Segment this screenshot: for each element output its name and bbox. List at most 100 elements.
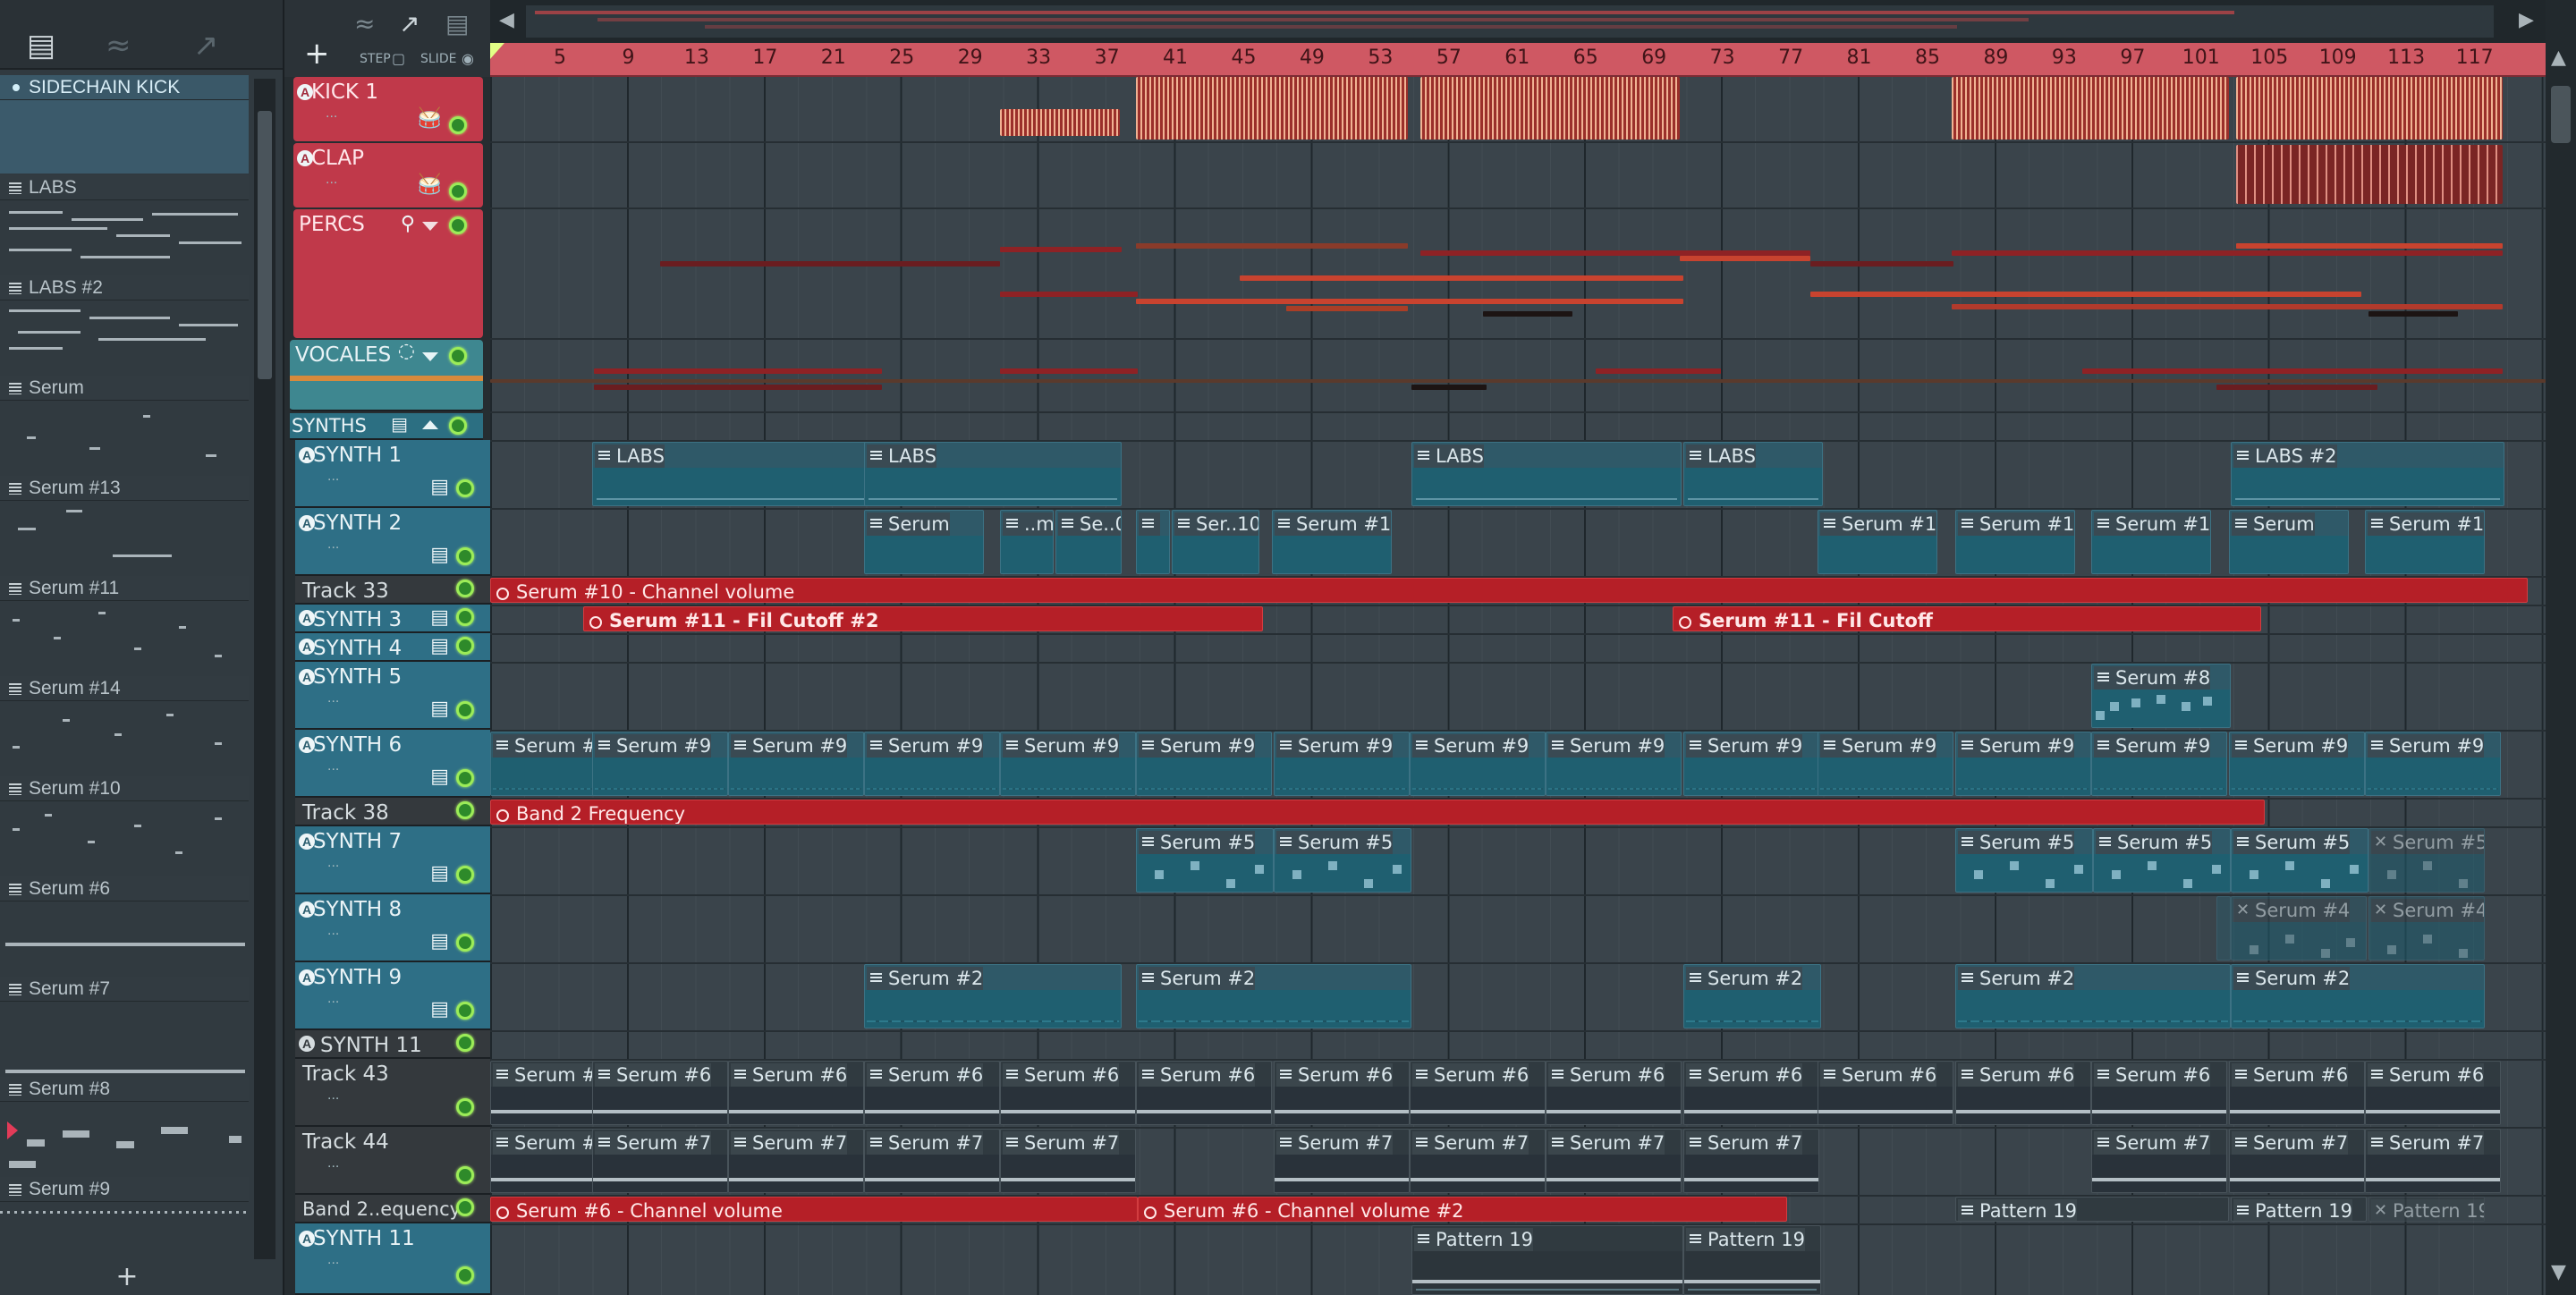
track-header-track33[interactable]: Track 33: [295, 576, 490, 605]
track-name[interactable]: SYNTH 7: [313, 830, 402, 853]
pattern-clip[interactable]: Serum #6: [2365, 1061, 2501, 1125]
pattern-item[interactable]: SIDECHAIN KICK: [0, 75, 254, 175]
pattern-clip[interactable]: Serum #6: [1546, 1061, 1682, 1125]
pattern-name[interactable]: Serum #8: [0, 1077, 249, 1102]
track-name[interactable]: SYNTH 5: [313, 665, 402, 689]
pattern-clip[interactable]: Pattern 19: [1411, 1225, 1683, 1295]
piano-roll-icon[interactable]: ▤: [27, 30, 55, 61]
pattern-clip[interactable]: Serum #7: [2091, 1129, 2227, 1193]
track-name[interactable]: Band 2..equency: [302, 1198, 461, 1220]
track-header-synth11[interactable]: A SYNTH 11: [295, 1030, 490, 1059]
automation-clip[interactable]: Serum #11 - Fil Cutoff #2: [583, 606, 1263, 631]
pattern-clip[interactable]: Pattern 19: [1955, 1197, 2229, 1222]
scroll-left-icon[interactable]: ◀: [499, 9, 514, 31]
timeline-ruler[interactable]: 5 9 13 17 21 25 29 33 37 41 45 49 53 57 61 65 69 73 77 81 85…: [490, 43, 2546, 77]
collapse-icon[interactable]: [422, 352, 438, 361]
track-header-synth11b[interactable]: A SYNTH 11 ...: [295, 1223, 490, 1295]
track-header-percs[interactable]: PERCS ⚲: [293, 209, 483, 338]
vocal-clip[interactable]: [2082, 368, 2503, 374]
pattern-clip[interactable]: Serum #2: [864, 964, 1122, 1028]
audio-clip[interactable]: [2236, 145, 2503, 204]
track-more[interactable]: ...: [327, 1088, 339, 1104]
pattern-clip[interactable]: Serum #11: [2365, 510, 2485, 574]
pattern-name[interactable]: LABS: [0, 175, 249, 200]
audio-clip[interactable]: [1952, 77, 2229, 140]
track-led[interactable]: [456, 547, 474, 565]
pattern-item[interactable]: Serum #10: [0, 776, 254, 876]
pattern-clip[interactable]: Serum #7: [2229, 1129, 2365, 1193]
track-led[interactable]: [456, 866, 474, 884]
track-name[interactable]: SYNTH 3: [313, 608, 402, 631]
automation-clip[interactable]: Serum #11 - Fil Cutoff: [1673, 606, 2261, 631]
picker-scrollbar[interactable]: [254, 79, 275, 1259]
track-more[interactable]: ...: [327, 690, 339, 707]
audio-wave-icon[interactable]: ≈: [106, 30, 131, 61]
vocal-clip[interactable]: [1000, 368, 1138, 374]
pattern-name[interactable]: Serum #14: [0, 676, 249, 701]
pattern-clip[interactable]: Serum #2: [1683, 964, 1821, 1028]
track-header-track43[interactable]: Track 43 ...: [295, 1059, 490, 1127]
track-name[interactable]: Track 33: [302, 580, 389, 603]
ghost-pattern-clip[interactable]: Serum #5: [2368, 828, 2485, 893]
track-header-synth6[interactable]: A SYNTH 6 ... ▤: [295, 730, 490, 798]
pattern-clip[interactable]: Serum #6: [1955, 1061, 2091, 1125]
pattern-item[interactable]: Serum #13: [0, 476, 254, 576]
expand-icon[interactable]: [422, 420, 438, 429]
pattern-item[interactable]: Serum #8: [0, 1077, 254, 1177]
track-led[interactable]: [456, 801, 474, 819]
pattern-name[interactable]: LABS #2: [0, 275, 249, 300]
track-name[interactable]: Track 44: [302, 1130, 389, 1154]
pattern-clip[interactable]: LABS: [592, 442, 882, 506]
track-led[interactable]: [456, 1166, 474, 1184]
track-name[interactable]: KICK 1: [311, 80, 378, 104]
track-header-synth9[interactable]: A SYNTH 9 ... ▤: [295, 962, 490, 1030]
automation-clip[interactable]: Band 2 Frequency: [490, 800, 2265, 825]
pattern-clip[interactable]: Serum #7: [2365, 1129, 2501, 1193]
pattern-clip[interactable]: Pattern 19: [2231, 1197, 2367, 1222]
track-name[interactable]: SYNTH 9: [313, 966, 402, 989]
track-header-synths[interactable]: SYNTHS ▤: [290, 413, 483, 440]
pattern-name[interactable]: Serum #11: [0, 576, 249, 601]
vocal-clip[interactable]: [2216, 385, 2377, 390]
automation-clip[interactable]: Serum #10 - Channel volume: [490, 578, 2528, 603]
track-name[interactable]: Track 38: [302, 801, 389, 825]
track-header-synth1[interactable]: A SYNTH 1 ... ▤: [295, 440, 490, 508]
pattern-item[interactable]: LABS #2: [0, 275, 254, 376]
pattern-clip[interactable]: Serum #7: [1410, 1129, 1546, 1193]
track-more[interactable]: ...: [327, 991, 339, 1007]
pattern-clip[interactable]: Serum #6: [592, 1061, 728, 1125]
track-header-kick1[interactable]: A KICK 1 ... 🥁: [293, 77, 483, 141]
perc-clip[interactable]: [1952, 250, 2503, 256]
track-led[interactable]: [456, 934, 474, 952]
pattern-clip[interactable]: Serum #9: [1818, 732, 1953, 796]
track-header-track38[interactable]: Track 38: [295, 798, 490, 826]
audio-wave-icon[interactable]: ≈: [354, 9, 375, 38]
pattern-clip[interactable]: LABS: [864, 442, 1122, 506]
pattern-clip[interactable]: Serum #11: [1955, 510, 2075, 574]
track-led[interactable]: [449, 182, 467, 200]
perc-clip[interactable]: [1240, 275, 1683, 281]
track-name[interactable]: SYNTHS: [292, 415, 367, 436]
pattern-clip[interactable]: Serum #9: [1683, 732, 1819, 796]
pattern-item[interactable]: LABS: [0, 175, 254, 275]
pattern-clip[interactable]: Se..0: [1055, 510, 1122, 574]
pattern-clip[interactable]: Serum #7: [1000, 1129, 1136, 1193]
track-header-track44[interactable]: Track 44 ...: [295, 1127, 490, 1195]
pattern-name[interactable]: Serum #9: [0, 1177, 249, 1202]
track-header-synth8[interactable]: A SYNTH 8 ... ▤: [295, 894, 490, 962]
pattern-clip[interactable]: Serum #7: [1683, 1129, 1819, 1193]
pattern-clip[interactable]: LABS: [1411, 442, 1682, 506]
track-header-synth3[interactable]: A SYNTH 3 ▤: [295, 605, 490, 633]
pattern-item[interactable]: Serum #6: [0, 876, 254, 977]
pattern-clip[interactable]: Serum #7: [592, 1129, 728, 1193]
track-header-synth4[interactable]: A SYNTH 4 ▤: [295, 633, 490, 662]
track-header-clap[interactable]: A CLAP ... 🥁: [293, 143, 483, 207]
piano-roll-icon[interactable]: ▤: [445, 9, 469, 38]
pattern-clip[interactable]: Serum #11: [2091, 510, 2211, 574]
automation-curve-icon[interactable]: ↗: [399, 9, 419, 38]
pattern-clip[interactable]: Serum #9: [592, 732, 728, 796]
ghost-pattern-clip[interactable]: Pattern 19: [2368, 1197, 2485, 1222]
track-led[interactable]: [449, 216, 467, 234]
pattern-clip[interactable]: Serum #5: [1274, 828, 1411, 893]
pattern-clip[interactable]: Serum #2: [2231, 964, 2485, 1028]
